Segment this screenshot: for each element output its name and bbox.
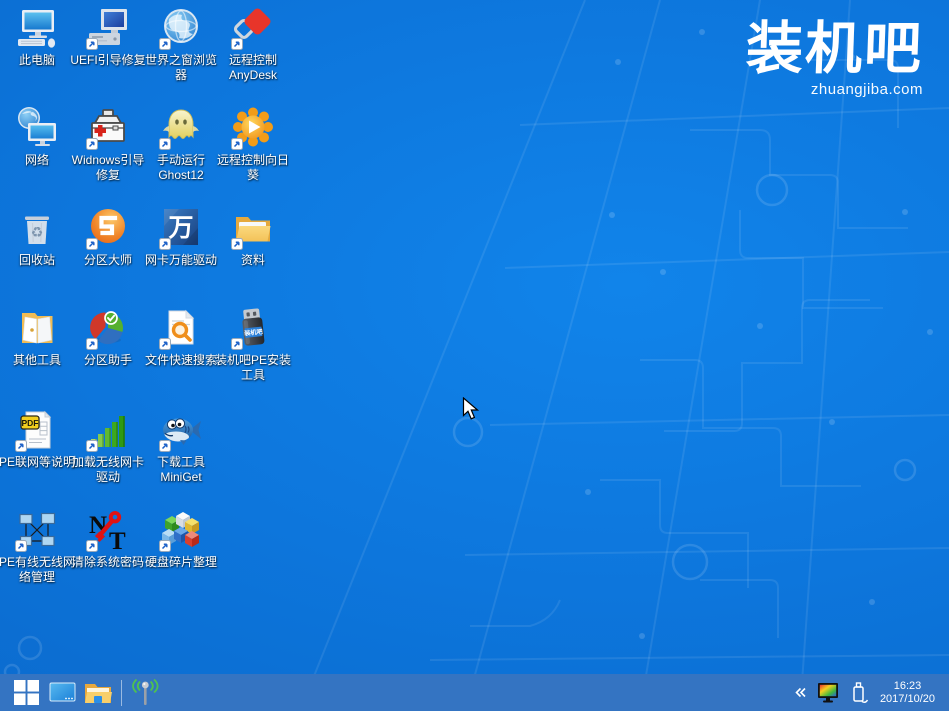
icon-label: 网络 xyxy=(0,153,77,168)
shortcut-arrow-badge xyxy=(15,539,27,551)
tray-expand-button[interactable] xyxy=(794,686,807,699)
icon-label: 手动运行Ghost12 xyxy=(141,153,221,183)
wireless-network-button[interactable] xyxy=(127,674,163,711)
icon-label: 分区助手 xyxy=(68,353,148,368)
shortcut-arrow-badge xyxy=(159,439,171,451)
desktop-icon-pe-network-guide[interactable]: PDF PE联网等说明 xyxy=(1,408,73,470)
icon-label: Widnows引导修复 xyxy=(68,153,148,183)
usb-eject-tray-button[interactable] xyxy=(849,681,869,704)
system-tray: 16:23 2017/10/20 xyxy=(794,680,941,706)
desktop-icon-partition-assistant[interactable]: 分区助手 xyxy=(72,306,144,368)
desktop-icon-zhuangjiba-pe-installer[interactable]: 装机吧 装机吧PE安装工具 xyxy=(217,306,289,383)
usb-device-icon xyxy=(849,681,869,704)
icon-label: UEFI引导修复 xyxy=(68,53,148,68)
taskbar-separator xyxy=(121,680,122,706)
pe-desktop: { "desktop": { "logo": { "title": "装机吧",… xyxy=(0,0,949,711)
desktop-icon-ghost12[interactable]: 手动运行Ghost12 xyxy=(145,106,217,183)
desktop-icon-network[interactable]: 网络 xyxy=(1,106,73,168)
shortcut-arrow-badge xyxy=(159,337,171,349)
icon-label: 世界之窗浏览器 xyxy=(141,53,221,83)
desktop-icon-miniget[interactable]: 下载工具MiniGet xyxy=(145,408,217,485)
icon-label: 加载无线网卡驱动 xyxy=(68,455,148,485)
shortcut-arrow-badge xyxy=(231,237,243,249)
network-globe-icon xyxy=(15,106,59,150)
icon-label: 硬盘碎片整理 xyxy=(141,555,221,570)
windows-logo-icon xyxy=(14,680,39,705)
desktop-monitor-icon xyxy=(49,681,76,705)
icon-label: 其他工具 xyxy=(0,353,77,368)
open-folder-icon xyxy=(15,306,59,350)
desktop-icon-partition-master[interactable]: 分区大师 xyxy=(72,206,144,268)
shortcut-arrow-badge xyxy=(86,439,98,451)
icon-label: 清除系统密码 xyxy=(68,555,148,570)
shortcut-arrow-badge xyxy=(159,37,171,49)
desktop-icon-disk-defrag[interactable]: 硬盘碎片整理 xyxy=(145,508,217,570)
logo-subtitle: zhuangjiba.com xyxy=(746,81,923,98)
desktop-icon-data-folder[interactable]: 资料 xyxy=(217,206,289,268)
icon-label: 分区大师 xyxy=(68,253,148,268)
display-settings-tray-button[interactable] xyxy=(816,682,840,704)
taskbar-clock[interactable]: 16:23 2017/10/20 xyxy=(880,680,935,706)
shortcut-arrow-badge xyxy=(15,439,27,451)
desktop-icon-file-quick-search[interactable]: 文件快速搜索 xyxy=(145,306,217,368)
clock-date: 2017/10/20 xyxy=(880,693,935,706)
icon-label: 装机吧PE安装工具 xyxy=(213,353,293,383)
desktop-icon-anydesk[interactable]: 远程控制AnyDesk xyxy=(217,6,289,83)
mouse-cursor xyxy=(462,397,482,422)
icon-label: PE联网等说明 xyxy=(0,455,77,470)
desktop-icon-nic-universal-driver[interactable]: 万 网卡万能驱动 xyxy=(145,206,217,268)
desktop-icon-windows-boot-repair[interactable]: Widnows引导修复 xyxy=(72,106,144,183)
icon-label: PE有线无线网络管理 xyxy=(0,555,77,585)
icon-label: 网卡万能驱动 xyxy=(141,253,221,268)
shortcut-arrow-badge xyxy=(86,337,98,349)
color-display-icon xyxy=(816,682,840,704)
icon-label: 下载工具MiniGet xyxy=(141,455,221,485)
icon-label: 远程控制向日葵 xyxy=(213,153,293,183)
pdf-badge-text: PDF xyxy=(22,418,39,428)
shortcut-arrow-badge xyxy=(231,137,243,149)
shortcut-arrow-badge xyxy=(231,337,243,349)
show-desktop-button[interactable] xyxy=(44,674,80,711)
shortcut-arrow-badge xyxy=(159,137,171,149)
icon-label: 回收站 xyxy=(0,253,77,268)
desktop-icon-clear-password[interactable]: N T 清除系统密码 xyxy=(72,508,144,570)
desktop-icon-recycle-bin[interactable]: ♻ 回收站 xyxy=(1,206,73,268)
file-explorer-button[interactable] xyxy=(80,674,116,711)
icon-label: 文件快速搜索 xyxy=(141,353,221,368)
start-button[interactable] xyxy=(8,674,44,711)
recycle-bin-icon: ♻ xyxy=(15,206,59,250)
logo-title: 装机吧 xyxy=(745,20,924,80)
icon-label: 远程控制AnyDesk xyxy=(213,53,293,83)
computer-monitor-icon xyxy=(15,6,59,50)
shortcut-arrow-badge xyxy=(159,237,171,249)
icon-label: 资料 xyxy=(213,253,293,268)
zhuangjiba-logo: 装机吧 zhuangjiba.com xyxy=(746,20,923,98)
desktop-icon-this-pc[interactable]: 此电脑 xyxy=(1,6,73,68)
taskbar: 16:23 2017/10/20 xyxy=(0,674,949,711)
folder-explorer-icon xyxy=(84,681,112,705)
desktop-icon-uefi-boot-repair[interactable]: UEFI引导修复 xyxy=(72,6,144,68)
desktop-icon-pe-network-manager[interactable]: PE有线无线网络管理 xyxy=(1,508,73,585)
shortcut-arrow-badge xyxy=(86,137,98,149)
clock-time: 16:23 xyxy=(880,680,935,693)
antenna-signal-icon xyxy=(130,679,160,707)
recycle-symbol: ♻ xyxy=(31,224,44,240)
desktop-icon-other-tools[interactable]: 其他工具 xyxy=(1,306,73,368)
shortcut-arrow-badge xyxy=(86,37,98,49)
desktop-icon-sunflower-remote[interactable]: 远程控制向日葵 xyxy=(217,106,289,183)
shortcut-arrow-badge xyxy=(231,37,243,49)
shortcut-arrow-badge xyxy=(159,539,171,551)
desktop-icon-wireless-nic-driver[interactable]: 加载无线网卡驱动 xyxy=(72,408,144,485)
wan-character: 万 xyxy=(168,214,193,242)
chevron-left-double-icon xyxy=(794,686,807,699)
shortcut-arrow-badge xyxy=(86,237,98,249)
desktop-icon-world-window-browser[interactable]: 世界之窗浏览器 xyxy=(145,6,217,83)
shortcut-arrow-badge xyxy=(86,539,98,551)
icon-label: 此电脑 xyxy=(0,53,77,68)
svg-text:T: T xyxy=(109,528,126,552)
